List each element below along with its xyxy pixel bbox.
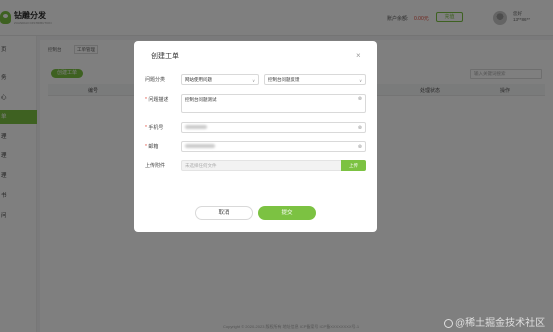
cancel-button[interactable]: 取消 xyxy=(195,206,253,220)
chevron-down-icon: ∨ xyxy=(359,78,362,83)
category-select[interactable]: 网站使用问题 ∨ xyxy=(181,74,259,85)
juejin-logo-icon xyxy=(444,318,453,328)
email-label: * 邮箱 xyxy=(145,144,159,150)
clear-icon[interactable]: ⊗ xyxy=(358,96,362,102)
create-workorder-dialog: 创建工单 × xyxy=(134,41,377,232)
subcategory-select[interactable]: 控制台问题反馈 ∨ xyxy=(264,74,366,85)
category-label: 问题分类 xyxy=(145,77,166,83)
chevron-down-icon: ∨ xyxy=(252,78,255,83)
close-icon[interactable]: × xyxy=(356,51,361,60)
redacted-value xyxy=(185,125,207,129)
submit-button[interactable]: 提交 xyxy=(258,206,316,220)
dialog-title: 创建工单 xyxy=(151,53,179,60)
description-label: * 问题描述 xyxy=(145,97,169,103)
phone-label: * 手机号 xyxy=(145,125,164,131)
attachment-field[interactable]: 未选择任何文件 xyxy=(181,160,341,171)
upload-button[interactable]: 上传 xyxy=(341,160,366,171)
attachment-label: 上传附件 xyxy=(145,163,166,169)
clear-icon[interactable]: ⊗ xyxy=(358,124,362,133)
email-field[interactable]: ⊗ xyxy=(181,141,366,152)
phone-field[interactable]: ⊗ xyxy=(181,122,366,133)
description-textarea[interactable]: 控制台问题测试 ⊗ xyxy=(181,94,366,113)
redacted-value xyxy=(185,144,215,148)
watermark: @稀土掘金技术社区 xyxy=(444,314,545,329)
clear-icon[interactable]: ⊗ xyxy=(358,143,362,152)
